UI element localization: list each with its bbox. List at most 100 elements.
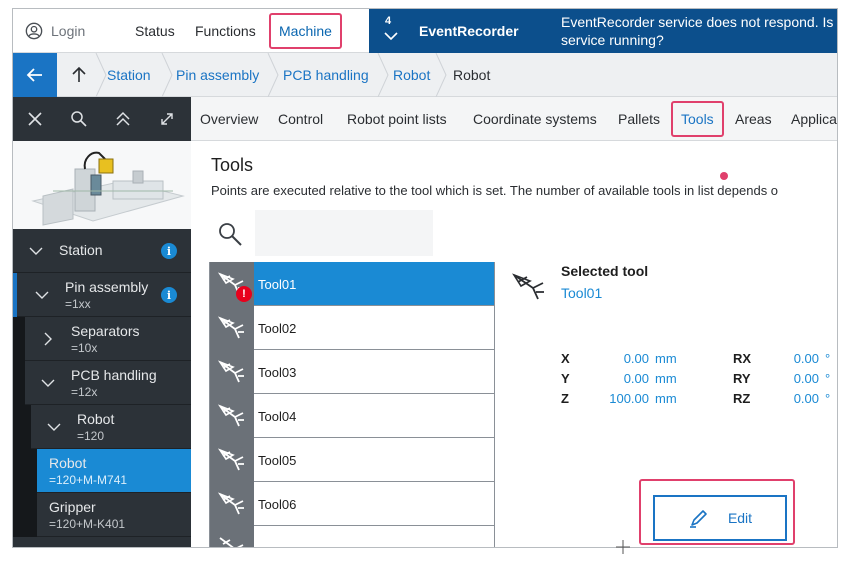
breadcrumb-pin-assembly[interactable]: Pin assembly <box>176 53 259 97</box>
event-count-badge: 4 <box>385 15 392 27</box>
tab-applications[interactable]: Applica <box>791 97 837 141</box>
coord-rx-value: 0.00 <box>793 351 819 366</box>
tool-name: Tool04 <box>258 408 297 424</box>
chevron-down-icon[interactable] <box>41 376 55 390</box>
coord-rx-unit: ° <box>825 351 831 366</box>
search-tree-button[interactable] <box>57 97 101 141</box>
tree-item-code: =120+M-M741 <box>49 473 128 487</box>
chevron-down-icon[interactable] <box>384 31 398 41</box>
chevron-down-icon[interactable] <box>29 244 43 258</box>
up-button[interactable] <box>65 53 93 97</box>
tool-name: Tool05 <box>258 452 297 468</box>
breadcrumb-separator <box>161 53 173 97</box>
tab-pallets[interactable]: Pallets <box>618 97 660 141</box>
robot-cell-illustration <box>31 151 185 226</box>
tree-item-label: Pin assembly <box>65 279 149 295</box>
tree-item-label: Separators <box>71 323 140 339</box>
tab-overview[interactable]: Overview <box>200 97 258 141</box>
tree-item-pin-assembly[interactable]: Pin assembly =1xx i <box>13 273 191 317</box>
tab-tools[interactable]: Tools <box>671 101 724 137</box>
chevron-right-icon[interactable] <box>41 332 55 346</box>
tool-name: Tool01 <box>258 276 297 292</box>
breadcrumb: Station Pin assembly PCB handling Robot … <box>13 53 837 97</box>
breadcrumb-separator <box>377 53 389 97</box>
expand-button[interactable] <box>145 97 189 141</box>
coord-y-label: Y <box>561 371 570 386</box>
info-icon[interactable]: i <box>161 243 177 259</box>
tree-item-code: =120 <box>77 429 105 443</box>
indent-bar <box>13 449 37 493</box>
close-tree-button[interactable] <box>13 97 57 141</box>
list-item-tool02[interactable]: Tool02 <box>210 306 494 350</box>
navigation-tree: Station i Pin assembly =1xx i Separators… <box>13 229 191 547</box>
app-window: Login Status Functions Machine 4 EventRe… <box>12 8 838 548</box>
tab-areas[interactable]: Areas <box>735 97 772 141</box>
indent-bar <box>13 493 37 537</box>
login-link[interactable]: Login <box>25 9 85 53</box>
list-item-tool03[interactable]: Tool03 <box>210 350 494 394</box>
tree-item-label: Robot <box>49 455 87 471</box>
arrow-left-icon <box>26 68 42 82</box>
tool-icon <box>512 273 544 300</box>
tool-icon <box>210 306 254 350</box>
tree-item-pcb-handling[interactable]: PCB handling =12x <box>13 361 191 405</box>
tab-robot-point-lists[interactable]: Robot point lists <box>347 97 447 141</box>
tool-icon <box>210 350 254 394</box>
tree-item-code: =1xx <box>65 297 91 311</box>
breadcrumb-robot[interactable]: Robot <box>393 53 430 97</box>
breadcrumb-station[interactable]: Station <box>107 53 151 97</box>
event-message-line1: EventRecorder service does not respond. … <box>561 14 838 30</box>
breadcrumb-pcb-handling[interactable]: PCB handling <box>283 53 369 97</box>
tab-coordinate-systems[interactable]: Coordinate systems <box>473 97 597 141</box>
coord-rz-label: RZ <box>733 391 751 406</box>
coord-rz-value: 0.00 <box>793 391 819 406</box>
selected-tool-label: Selected tool <box>561 263 649 279</box>
tool-name: Tool03 <box>258 364 297 380</box>
tree-item-robot-group[interactable]: Robot =120 <box>13 405 191 449</box>
close-icon <box>28 112 42 126</box>
coord-x-label: X <box>561 351 570 366</box>
coord-x-value: 0.00 <box>623 351 649 366</box>
crosshair-cursor-icon <box>616 540 630 554</box>
search-input[interactable] <box>255 210 433 256</box>
list-item-tool01[interactable]: ! Tool01 <box>210 262 494 306</box>
chevron-down-icon[interactable] <box>35 288 49 302</box>
list-item-partial[interactable] <box>210 526 494 547</box>
tree-item-label: Station <box>59 242 103 258</box>
indent-bar <box>13 317 25 361</box>
edit-button[interactable]: Edit <box>653 495 787 541</box>
event-title: EventRecorder <box>419 23 519 39</box>
page-title: Tools <box>211 155 254 175</box>
indent-bar <box>13 273 17 317</box>
edit-button-label: Edit <box>727 510 753 526</box>
list-item-tool06[interactable]: Tool06 <box>210 482 494 526</box>
chevron-down-icon[interactable] <box>47 420 61 434</box>
collapse-all-button[interactable] <box>101 97 145 141</box>
tree-item-robot-selected[interactable]: Robot =120+M-M741 <box>13 449 191 493</box>
breadcrumb-separator <box>267 53 279 97</box>
coord-z-unit: mm <box>655 391 677 406</box>
info-icon[interactable]: i <box>161 287 177 303</box>
event-recorder-panel[interactable]: 4 EventRecorder EventRecorder service do… <box>369 9 838 53</box>
back-button[interactable] <box>13 53 57 97</box>
tree-item-station[interactable]: Station i <box>13 229 191 273</box>
nav-functions[interactable]: Functions <box>195 9 256 53</box>
nav-machine[interactable]: Machine <box>269 13 342 49</box>
tree-item-code: =12x <box>71 385 98 399</box>
tab-control[interactable]: Control <box>278 97 323 141</box>
tree-item-label: Gripper <box>49 499 96 515</box>
double-chevron-up-icon <box>116 111 130 126</box>
breadcrumb-separator <box>95 53 107 97</box>
tree-item-code: =120+M-K401 <box>49 517 126 531</box>
coord-ry-unit: ° <box>825 371 831 386</box>
expand-diagonal-icon <box>161 113 173 125</box>
list-item-tool05[interactable]: Tool05 <box>210 438 494 482</box>
tree-item-gripper[interactable]: Gripper =120+M-K401 <box>13 493 191 537</box>
coord-z-value: 100.00 <box>609 391 649 406</box>
tab-bar: Overview Control Robot point lists Coord… <box>191 97 837 141</box>
nav-status[interactable]: Status <box>135 9 175 53</box>
tree-item-separators[interactable]: Separators =10x <box>13 317 191 361</box>
indent-bar <box>13 361 25 405</box>
list-item-tool04[interactable]: Tool04 <box>210 394 494 438</box>
selected-tool-value: Tool01 <box>561 285 603 301</box>
